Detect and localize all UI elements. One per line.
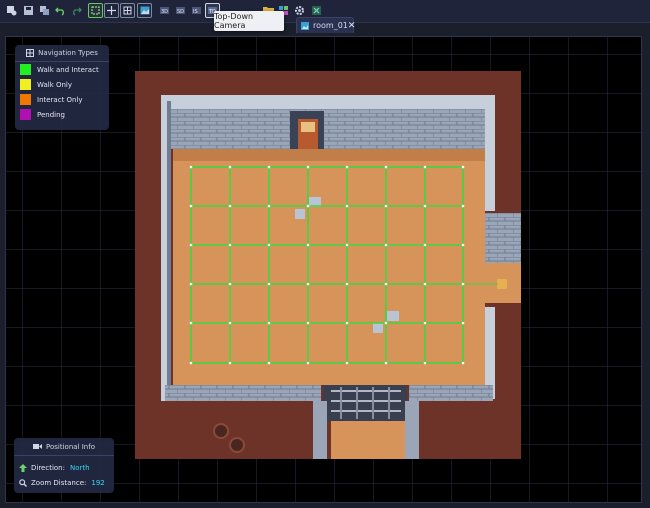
direction-row: Direction: North: [14, 460, 114, 475]
camera-front-icon[interactable]: 3D: [157, 3, 172, 18]
camera-icon: [33, 444, 43, 449]
navigation-types-header: Navigation Types: [15, 45, 109, 62]
close-square-icon[interactable]: [309, 3, 324, 18]
legend-label: Walk and Interact: [37, 65, 99, 74]
redo-icon[interactable]: [69, 3, 84, 18]
zoom-row: Zoom Distance: 192: [14, 475, 114, 490]
positional-info-header: Positional Info: [14, 438, 114, 456]
tab-close-icon[interactable]: ✕: [348, 21, 356, 31]
svg-text:IS: IS: [193, 9, 198, 15]
svg-text:3D: 3D: [161, 9, 168, 15]
direction-value: North: [69, 463, 90, 472]
zoom-label: Zoom Distance:: [31, 478, 87, 487]
settings-icon[interactable]: [292, 3, 307, 18]
navigation-types-title: Navigation Types: [38, 49, 98, 57]
camera-iso-icon[interactable]: IS: [189, 3, 204, 18]
search-icon: [19, 478, 27, 487]
duplicate-icon[interactable]: [37, 3, 52, 18]
legend-label: Pending: [37, 110, 65, 119]
camera-side-icon[interactable]: SD: [173, 3, 188, 18]
swatch-walk-and-interact: [20, 64, 31, 75]
back-wall: [171, 109, 485, 149]
room-tab-icon: [301, 21, 309, 30]
legend-item-interact-only: Interact Only: [15, 92, 109, 107]
legend-item-walk-only: Walk Only: [15, 77, 109, 92]
grid-snap-icon[interactable]: [120, 3, 135, 18]
grid-icon: [26, 49, 35, 57]
legend-item-walk-and-interact: Walk and Interact: [15, 62, 109, 77]
legend-label: Interact Only: [37, 95, 83, 104]
swatch-walk-only: [20, 79, 31, 90]
navigation-types-panel: Navigation Types Walk and Interact Walk …: [15, 45, 109, 130]
select-tool-icon[interactable]: [88, 3, 103, 18]
image-icon[interactable]: [137, 3, 152, 18]
undo-icon[interactable]: [53, 3, 68, 18]
tooltip: Top-Down Camera: [214, 11, 284, 31]
direction-label: Direction:: [31, 463, 65, 472]
legend-item-pending: Pending: [15, 107, 109, 122]
zoom-value: 192: [91, 478, 105, 487]
swatch-pending: [20, 109, 31, 120]
positional-info-title: Positional Info: [46, 442, 95, 451]
positional-info-panel: Positional Info Direction: North Zoom Di…: [14, 438, 114, 493]
tab-label: room_01: [313, 21, 348, 30]
exit-marker: [497, 279, 507, 289]
tab-room[interactable]: room_01 ✕: [296, 17, 356, 33]
legend-label: Walk Only: [37, 80, 73, 89]
svg-text:SD: SD: [177, 9, 184, 15]
scene-icon[interactable]: [4, 3, 19, 18]
arrow-up-icon: [19, 463, 27, 472]
move-tool-icon[interactable]: [104, 3, 119, 18]
floor: [173, 149, 485, 385]
swatch-interact-only: [20, 94, 31, 105]
save-icon[interactable]: [21, 3, 36, 18]
